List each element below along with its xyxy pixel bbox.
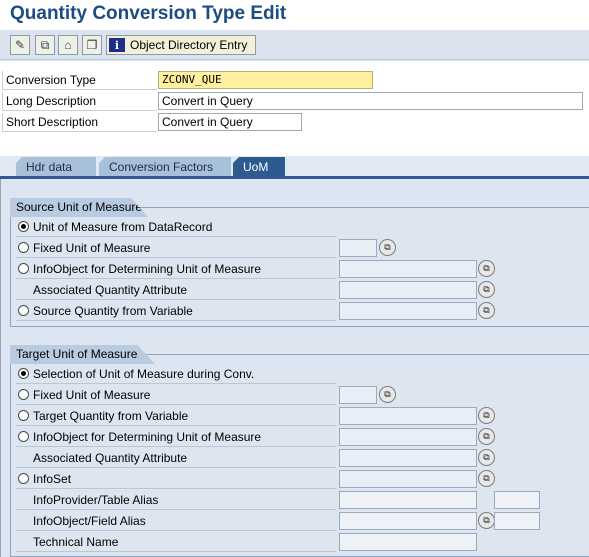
target-opt-fixed[interactable]: Fixed Unit of Measure [16,385,336,405]
conversion-type-field[interactable]: ZCONV_QUE [158,71,373,89]
source-infoobject-input[interactable] [339,260,477,278]
source-infoobject-valuehelp-icon[interactable]: ⧉ [478,260,495,277]
info-icon: i [109,38,125,52]
target-fixed-unit-valuehelp-icon[interactable]: ⧉ [379,386,396,403]
source-opt-fixed[interactable]: Fixed Unit of Measure [16,238,336,258]
tab-conversion-factors[interactable]: Conversion Factors [99,157,231,177]
target-opt-variable-label: Target Quantity from Variable [33,408,189,423]
radio-target-selection[interactable] [18,368,29,379]
short-description-label: Short Description [2,113,157,132]
target-opt-variable[interactable]: Target Quantity from Variable [16,406,336,426]
target-infoobject-alias-row: InfoObject/Field Alias [16,511,336,531]
target-assoc-attr-label: Associated Quantity Attribute [33,450,188,465]
object-directory-entry-label: Object Directory Entry [130,38,248,52]
source-assoc-attr-row: Associated Quantity Attribute [16,280,336,300]
target-infoobject-alias-input [339,512,477,530]
long-description-field[interactable]: Convert in Query [158,92,583,110]
copy-icon[interactable]: ❐ [82,35,102,55]
source-assoc-attr-label: Associated Quantity Attribute [33,282,188,297]
target-assoc-attr-input[interactable] [339,449,477,467]
target-variable-valuehelp-icon[interactable]: ⧉ [478,407,495,424]
source-variable-input[interactable] [339,302,477,320]
target-infoobject-valuehelp-icon[interactable]: ⧉ [478,428,495,445]
target-opt-fixed-label: Fixed Unit of Measure [33,387,151,402]
radio-target-infoobject[interactable] [18,431,29,442]
target-opt-infoobject-label: InfoObject for Determining Unit of Measu… [33,429,262,444]
target-opt-selection[interactable]: Selection of Unit of Measure during Conv… [16,364,336,384]
radio-source-variable[interactable] [18,305,29,316]
other-object-icon[interactable]: ⧉ [35,35,55,55]
source-opt-variable[interactable]: Source Quantity from Variable [16,301,336,321]
target-assoc-attr-row: Associated Quantity Attribute [16,448,336,468]
target-opt-infoset[interactable]: InfoSet [16,469,336,489]
activate-icon[interactable]: ⌂ [58,35,78,55]
short-description-field[interactable]: Convert in Query [158,113,302,131]
source-variable-valuehelp-icon[interactable]: ⧉ [478,302,495,319]
target-opt-selection-label: Selection of Unit of Measure during Conv… [33,366,255,381]
title-bar: Quantity Conversion Type Edit [0,0,589,30]
source-opt-datarecord[interactable]: Unit of Measure from DataRecord [16,217,336,237]
source-opt-fixed-label: Fixed Unit of Measure [33,240,151,255]
radio-target-variable[interactable] [18,410,29,421]
radio-target-fixed[interactable] [18,389,29,400]
target-infoprovider-alias-input [339,491,477,509]
target-infoprovider-alias-row: InfoProvider/Table Alias [16,490,336,510]
target-opt-infoset-label: InfoSet [33,471,72,486]
radio-source-datarecord[interactable] [18,221,29,232]
radio-target-infoset[interactable] [18,473,29,484]
target-variable-input[interactable] [339,407,477,425]
target-infoobject-input[interactable] [339,428,477,446]
page-title: Quantity Conversion Type Edit [10,3,287,24]
target-uom-group-title: Target Unit of Measure [10,345,155,364]
source-fixed-unit-input[interactable] [339,239,377,257]
source-opt-variable-label: Source Quantity from Variable [33,303,193,318]
application-toolbar: ✎ ⧉ ⌂ ❐ i Object Directory Entry [0,30,589,60]
target-infoset-input[interactable] [339,470,477,488]
header-area: Conversion Type ZCONV_QUE Long Descripti… [0,61,589,156]
target-assoc-attr-valuehelp-icon[interactable]: ⧉ [478,449,495,466]
target-infoobject-alias-label: InfoObject/Field Alias [33,513,146,528]
display-change-icon[interactable]: ✎ [10,35,30,55]
radio-source-infoobject[interactable] [18,263,29,274]
target-infoobject-alias-input-2 [494,512,540,530]
conversion-type-label: Conversion Type [2,71,157,90]
target-opt-infoobject[interactable]: InfoObject for Determining Unit of Measu… [16,427,336,447]
target-infoobject-alias-valuehelp-icon[interactable]: ⧉ [478,512,495,529]
object-directory-entry-button[interactable]: i Object Directory Entry [106,35,256,55]
long-description-label: Long Description [2,92,157,111]
source-assoc-attr-input[interactable] [339,281,477,299]
radio-source-fixed[interactable] [18,242,29,253]
source-opt-datarecord-label: Unit of Measure from DataRecord [33,219,213,234]
target-technical-name-input [339,533,477,551]
tab-hdr-data[interactable]: Hdr data [16,157,96,177]
target-infoprovider-alias-label: InfoProvider/Table Alias [33,492,159,507]
target-technical-name-row: Technical Name [16,532,336,552]
tab-uom[interactable]: UoM [233,157,285,177]
target-fixed-unit-input[interactable] [339,386,377,404]
source-opt-infoobject[interactable]: InfoObject for Determining Unit of Measu… [16,259,336,279]
target-infoprovider-alias-input-2 [494,491,540,509]
source-assoc-attr-valuehelp-icon[interactable]: ⧉ [478,281,495,298]
source-fixed-unit-valuehelp-icon[interactable]: ⧉ [379,239,396,256]
source-opt-infoobject-label: InfoObject for Determining Unit of Measu… [33,261,262,276]
target-infoset-valuehelp-icon[interactable]: ⧉ [478,470,495,487]
source-uom-group-title: Source Unit of Measure [10,198,148,217]
target-technical-name-label: Technical Name [33,534,119,549]
